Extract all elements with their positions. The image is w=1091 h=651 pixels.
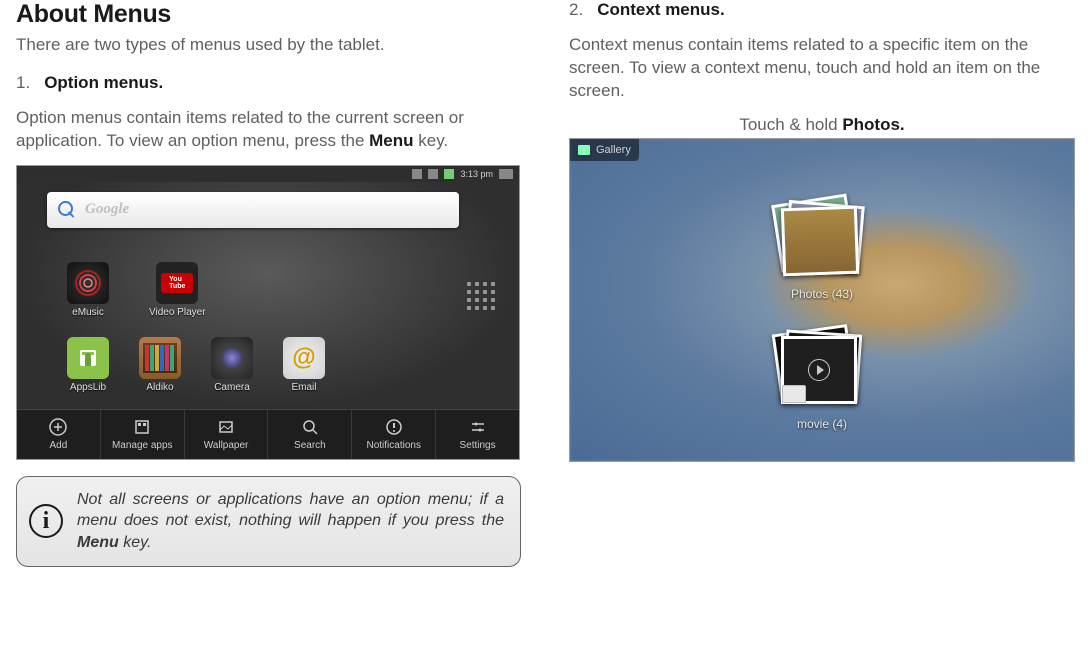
- menu-label: Manage apps: [112, 440, 173, 451]
- list-number-2: 2.: [569, 0, 583, 20]
- info-note: i Not all screens or applications have a…: [16, 476, 521, 567]
- album-stack-icon: [776, 329, 868, 407]
- menu-manage-apps[interactable]: Manage apps: [101, 410, 185, 459]
- aldiko-icon: [139, 337, 181, 379]
- page-heading: About Menus: [16, 0, 521, 29]
- app-label: Aldiko: [146, 382, 173, 393]
- gallery-header: Gallery: [570, 139, 639, 161]
- app-aldiko[interactable]: Aldiko: [139, 337, 181, 393]
- app-camera[interactable]: Camera: [211, 337, 253, 393]
- menu-add[interactable]: Add: [17, 410, 101, 459]
- app-email[interactable]: @ Email: [283, 337, 325, 393]
- battery-icon: [444, 169, 454, 179]
- menu-label: Wallpaper: [204, 440, 249, 451]
- gallery-title: Gallery: [596, 144, 631, 156]
- play-icon: [808, 359, 830, 381]
- app-label: AppsLib: [70, 382, 106, 393]
- status-time: 3:13 pm: [460, 169, 493, 179]
- emusic-icon: [67, 262, 109, 304]
- menu-label: Search: [294, 440, 326, 451]
- info-text: Not all screens or applications have an …: [77, 489, 504, 554]
- app-label: Email: [291, 382, 316, 393]
- menu-settings[interactable]: Settings: [436, 410, 519, 459]
- menu-label: Settings: [459, 440, 495, 451]
- app-drawer-icon[interactable]: [467, 282, 495, 310]
- speaker-icon: [499, 169, 513, 179]
- manage-apps-icon: [132, 417, 152, 437]
- menu-label: Add: [50, 440, 68, 451]
- notifications-icon: [384, 417, 404, 437]
- screenshot-gallery: Gallery Photos (43) movie (4): [569, 138, 1075, 462]
- app-label: eMusic: [72, 307, 104, 318]
- home-screen: Google eMusic YouTube Video Player: [17, 182, 519, 409]
- status-bar: 3:13 pm: [17, 166, 519, 182]
- screenshot-caption: Touch & hold Photos.: [569, 115, 1075, 135]
- option-menu-bar: Add Manage apps Wallpaper Search Notific…: [17, 409, 519, 459]
- wallpaper-icon: [216, 417, 236, 437]
- list-label-option-menus: Option menus.: [44, 73, 163, 93]
- signal-icon: [428, 169, 438, 179]
- search-icon: [57, 200, 77, 220]
- album-stack-icon: [776, 199, 868, 277]
- plus-icon: [48, 417, 68, 437]
- list-label-context-menus: Context menus.: [597, 0, 725, 20]
- info-icon: i: [29, 504, 63, 538]
- search-placeholder: Google: [85, 201, 129, 218]
- app-emusic[interactable]: eMusic: [67, 262, 109, 318]
- search-icon: [300, 417, 320, 437]
- search-bar[interactable]: Google: [47, 192, 459, 228]
- app-video-player[interactable]: YouTube Video Player: [149, 262, 206, 318]
- app-label: Video Player: [149, 307, 206, 318]
- menu-notifications[interactable]: Notifications: [352, 410, 436, 459]
- folder-icon: [782, 385, 806, 403]
- settings-icon: [468, 417, 488, 437]
- screenshot-option-menu: 3:13 pm Google eMusic YouTube Video Play…: [16, 165, 520, 460]
- context-menus-paragraph: Context menus contain items related to a…: [569, 34, 1075, 103]
- gallery-icon: [578, 145, 590, 155]
- album-movie[interactable]: movie (4): [776, 329, 868, 431]
- album-label: movie (4): [797, 417, 847, 431]
- menu-label: Notifications: [366, 440, 420, 451]
- list-number-1: 1.: [16, 73, 30, 93]
- menu-search[interactable]: Search: [268, 410, 352, 459]
- wifi-icon: [412, 169, 422, 179]
- appslib-icon: [67, 337, 109, 379]
- camera-icon: [211, 337, 253, 379]
- app-label: Camera: [214, 382, 250, 393]
- album-label: Photos (43): [791, 287, 853, 301]
- app-appslib[interactable]: AppsLib: [67, 337, 109, 393]
- video-player-icon: YouTube: [156, 262, 198, 304]
- option-menus-paragraph: Option menus contain items related to th…: [16, 107, 521, 153]
- email-icon: @: [283, 337, 325, 379]
- album-photos[interactable]: Photos (43): [776, 199, 868, 301]
- menu-wallpaper[interactable]: Wallpaper: [185, 410, 269, 459]
- intro-text: There are two types of menus used by the…: [16, 35, 521, 55]
